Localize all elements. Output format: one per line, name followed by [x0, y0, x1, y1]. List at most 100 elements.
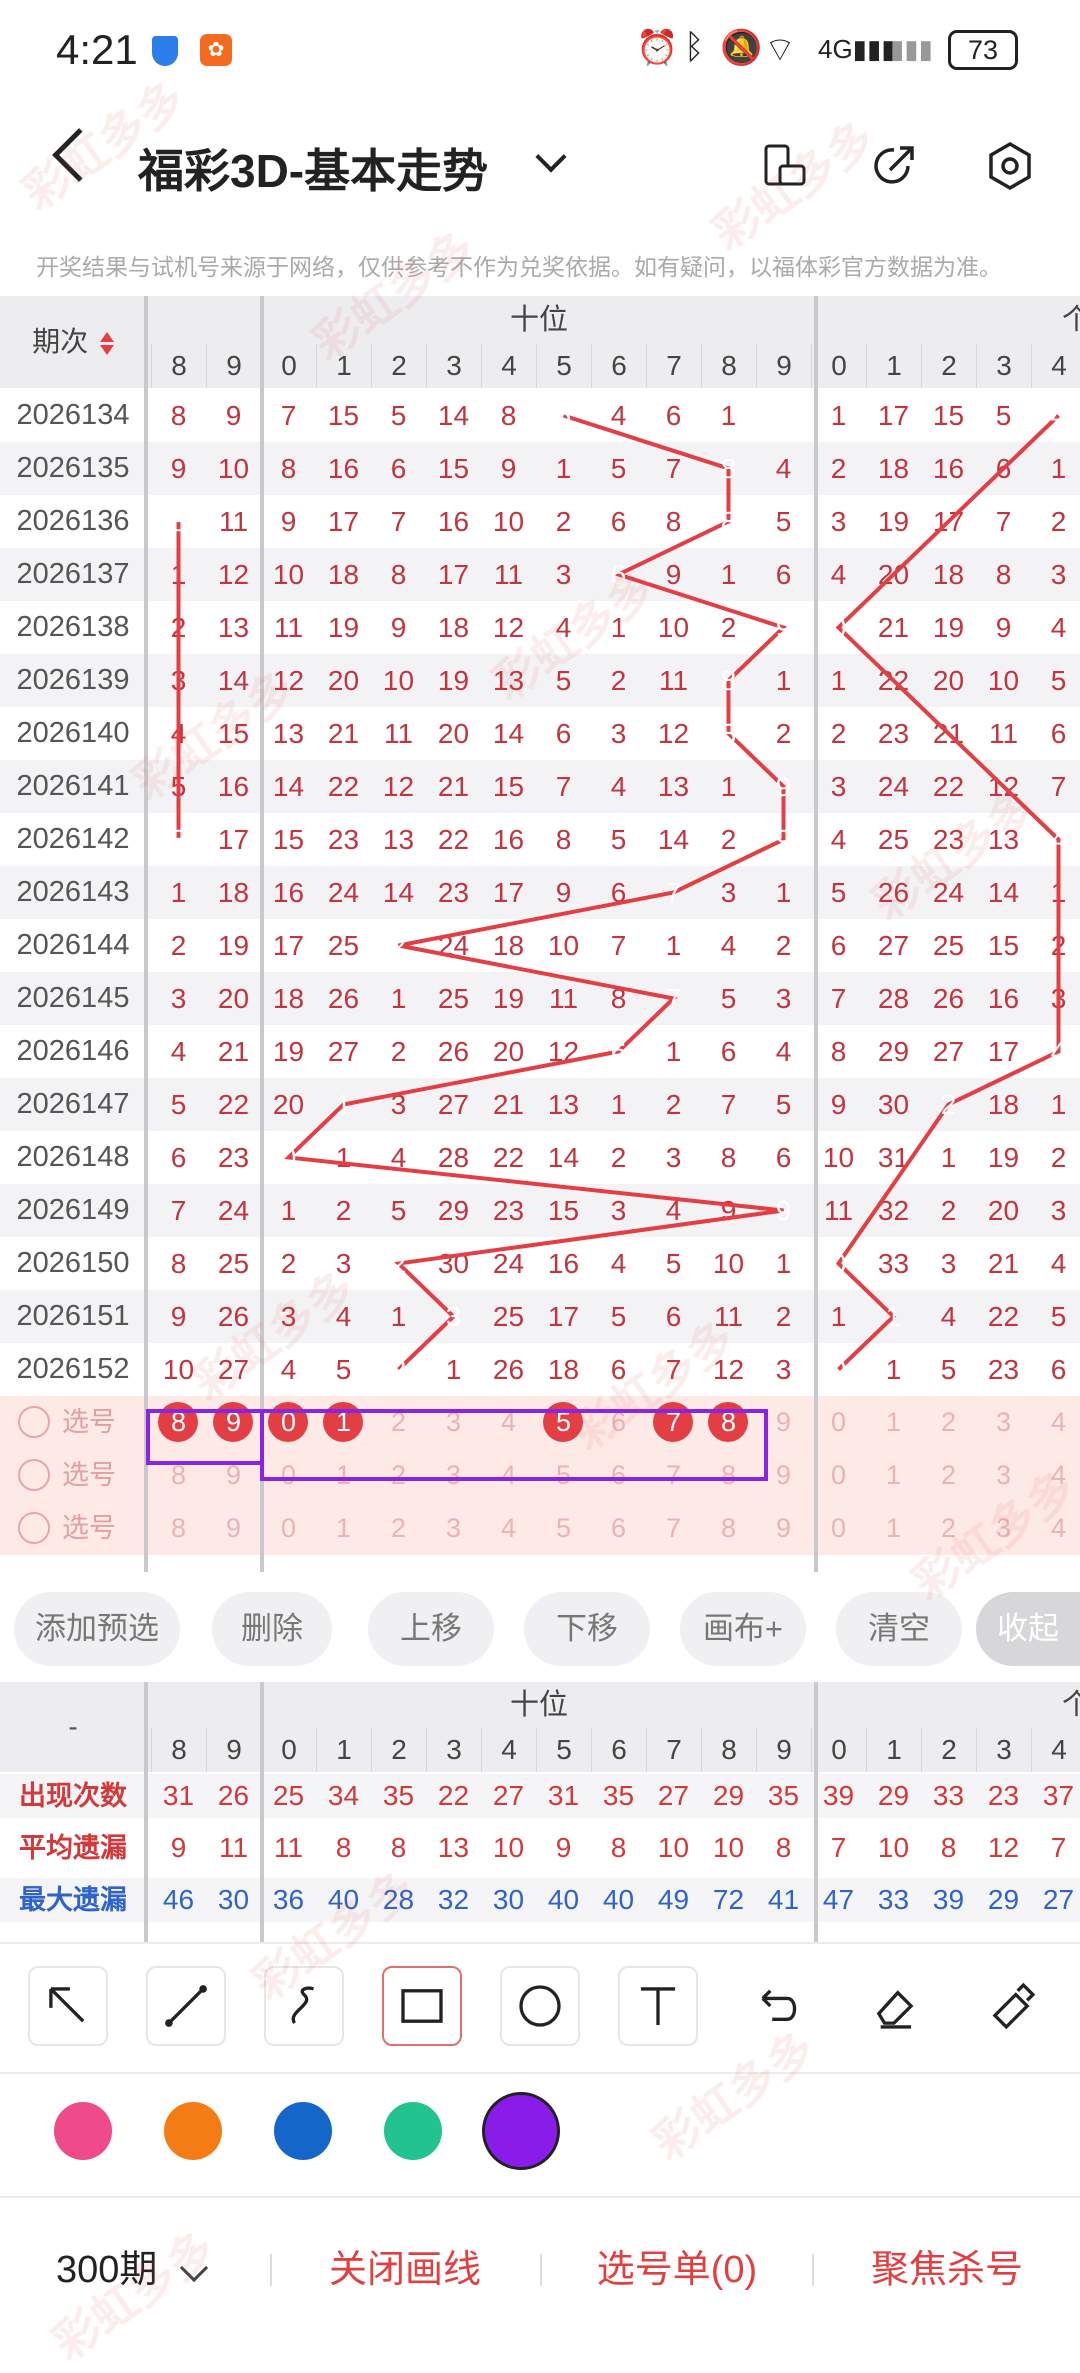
radio-button[interactable]: [18, 1458, 50, 1491]
pick-number[interactable]: 4: [481, 1502, 536, 1555]
pick-row-label[interactable]: 选号: [18, 1449, 116, 1502]
color-swatch[interactable]: [482, 2092, 560, 2170]
stats-value: 41: [767, 1884, 800, 1915]
share-icon[interactable]: [868, 140, 920, 192]
cell-value: 12: [272, 665, 305, 696]
chevron-down-icon[interactable]: [535, 141, 567, 173]
pick-row-label[interactable]: 选号: [18, 1502, 116, 1555]
pick-number[interactable]: 1: [866, 1449, 921, 1502]
canvas-plus-button[interactable]: 画布+: [680, 1592, 806, 1666]
digit-header: 1: [316, 1728, 371, 1772]
circle-tool-icon[interactable]: [500, 1966, 580, 2046]
pick-row-label[interactable]: 选号: [18, 1396, 116, 1449]
pick-number[interactable]: 9: [756, 1502, 811, 1555]
pick-number[interactable]: 0: [811, 1396, 866, 1449]
pick-number[interactable]: 2: [921, 1396, 976, 1449]
trend-table[interactable]: 十位 个 89012345678901234 期次 2026134 8 9 7 15 5 1…: [0, 296, 1080, 1572]
radio-button[interactable]: [18, 1511, 50, 1544]
table-row[interactable]: 2026137 1 12 10 18 8 17 11 3 6 9 1 6 4 20 18 8 3: [0, 548, 1080, 601]
focus-kill-button[interactable]: 聚焦杀号: [822, 2198, 1072, 2342]
back-icon[interactable]: [52, 128, 106, 182]
move-up-button[interactable]: 上移: [368, 1592, 494, 1666]
table-row[interactable]: 2026134 8 9 7 15 5 14 8 5 4 6 1 3 1 17 15 5 4: [0, 389, 1080, 442]
table-row[interactable]: 2026136 8 11 9 17 7 16 10 2 6 8 8 5 3 19 17 7 2: [0, 495, 1080, 548]
pick-number[interactable]: 0: [811, 1502, 866, 1555]
cell-value: 12: [382, 771, 415, 802]
collapse-button[interactable]: 收起: [976, 1592, 1080, 1666]
stats-value: 29: [877, 1780, 910, 1811]
pick-number[interactable]: 4: [1031, 1449, 1080, 1502]
table-row[interactable]: 2026152 10 27 4 5 2 1 26 18 6 7 12 3 0 1 5 23 6: [0, 1343, 1080, 1396]
table-row[interactable]: 2026142 8 17 15 23 13 22 16 8 5 14 2 9 4 25 23 13 4: [0, 813, 1080, 866]
pick-number[interactable]: 3: [426, 1502, 481, 1555]
table-row[interactable]: 2026148 6 23 0 1 4 28 22 14 2 3 8 6 10 31 1 19 2: [0, 1131, 1080, 1184]
pick-number[interactable]: 2: [921, 1449, 976, 1502]
screen-rotate-icon[interactable]: [758, 140, 810, 192]
clear-button[interactable]: 清空: [836, 1592, 962, 1666]
cell-value: 28: [437, 1142, 470, 1173]
close-lines-button[interactable]: 关闭画线: [280, 2198, 530, 2342]
table-row[interactable]: 2026135 9 10 8 16 6 15 9 1 5 7 8 4 2 18 16 6 1: [0, 442, 1080, 495]
sort-icon[interactable]: [99, 331, 114, 356]
eraser-icon[interactable]: [854, 1966, 934, 2046]
pick-number[interactable]: 1: [316, 1502, 371, 1555]
curve-tool-icon[interactable]: [264, 1966, 344, 2046]
cell-value: 19: [327, 612, 360, 643]
add-preselect-button[interactable]: 添加预选: [14, 1592, 180, 1666]
delete-button[interactable]: 删除: [212, 1592, 332, 1666]
line-tool-icon[interactable]: [146, 1966, 226, 2046]
color-swatch[interactable]: [164, 2102, 222, 2160]
pick-list-button[interactable]: 选号单(0): [552, 2198, 802, 2342]
pick-number[interactable]: 0: [811, 1449, 866, 1502]
table-row[interactable]: 2026138 2 13 11 19 9 18 12 4 1 10 2 9 0 21 19 9 4: [0, 601, 1080, 654]
table-row[interactable]: 2026147 5 22 20 1 3 27 21 13 1 2 7 5 9 30 2 18 1: [0, 1078, 1080, 1131]
period-count-selector[interactable]: 300期: [56, 2198, 186, 2342]
table-row[interactable]: 2026141 5 16 14 22 12 21 15 7 4 13 1 9 3 24 22 12 7: [0, 760, 1080, 813]
pick-number[interactable]: 4: [1031, 1502, 1080, 1555]
undo-icon[interactable]: [736, 1966, 816, 2046]
color-swatch[interactable]: [274, 2102, 332, 2160]
table-row[interactable]: 2026151 9 26 3 4 1 3 25 17 5 6 11 2 1 1 4 22 5: [0, 1290, 1080, 1343]
pick-number[interactable]: 3: [976, 1396, 1031, 1449]
table-row[interactable]: 2026149 7 24 1 2 5 29 23 15 3 4 9 9 11 32 2 20 3: [0, 1184, 1080, 1237]
move-down-button[interactable]: 下移: [524, 1592, 650, 1666]
miss-count: 4: [1031, 1237, 1080, 1290]
page-title[interactable]: 福彩3D-基本走势: [138, 135, 488, 201]
pick-number[interactable]: 9: [206, 1502, 261, 1555]
period-number: 2026149: [16, 1194, 130, 1226]
rectangle-tool-icon[interactable]: [382, 1966, 462, 2046]
pick-number[interactable]: 1: [866, 1502, 921, 1555]
settings-icon[interactable]: [984, 140, 1036, 192]
pick-number[interactable]: 2: [371, 1502, 426, 1555]
table-row[interactable]: 2026139 3 14 12 20 10 19 13 5 2 11 8 1 1 22 20 10 5: [0, 654, 1080, 707]
pick-number[interactable]: 0: [261, 1502, 316, 1555]
table-row[interactable]: 2026146 4 21 19 27 2 26 20 12 6 1 6 4 8 29 27 17 4: [0, 1025, 1080, 1078]
pick-row[interactable]: 选号 8 9 0 1 2 3 4 5 6 7 8 9 0 1 2 3 4: [0, 1502, 1080, 1555]
pick-number[interactable]: 8: [701, 1502, 756, 1555]
pick-number[interactable]: 5: [536, 1502, 591, 1555]
stats-value: 11: [218, 1832, 249, 1863]
pick-number[interactable]: 3: [976, 1449, 1031, 1502]
arrow-tool-icon[interactable]: [28, 1966, 108, 2046]
pick-number[interactable]: 7: [646, 1502, 701, 1555]
pick-number[interactable]: 4: [1031, 1396, 1080, 1449]
color-swatch[interactable]: [54, 2102, 112, 2160]
pick-number[interactable]: 2: [921, 1502, 976, 1555]
pick-number[interactable]: 3: [976, 1502, 1031, 1555]
table-row[interactable]: 2026150 8 25 2 3 2 30 24 16 4 5 10 1 0 33 3 21 4: [0, 1237, 1080, 1290]
table-group-header: 十位 个: [0, 296, 1080, 344]
table-row[interactable]: 2026144 2 19 17 25 2 24 18 10 7 1 4 2 6 27 25 15 2: [0, 919, 1080, 972]
cell-value: 2: [1050, 1142, 1067, 1173]
radio-button[interactable]: [18, 1405, 50, 1438]
clear-canvas-icon[interactable]: [972, 1966, 1052, 2046]
table-row[interactable]: 2026145 3 20 18 26 1 25 19 11 8 7 5 3 7 28 26 16 3: [0, 972, 1080, 1025]
table-row[interactable]: 2026140 4 15 13 21 11 20 14 6 3 12 8 2 2 23 21 11 6: [0, 707, 1080, 760]
period-column-header[interactable]: 期次: [0, 296, 146, 388]
pick-number[interactable]: 8: [151, 1502, 206, 1555]
pick-number[interactable]: 6: [591, 1502, 646, 1555]
color-swatch[interactable]: [384, 2102, 442, 2160]
text-tool-icon[interactable]: [618, 1966, 698, 2046]
table-row[interactable]: 2026143 1 18 16 24 14 23 17 9 6 7 3 1 5 26 24 14 1: [0, 866, 1080, 919]
cell-value: 26: [327, 983, 360, 1014]
pick-number[interactable]: 1: [866, 1396, 921, 1449]
